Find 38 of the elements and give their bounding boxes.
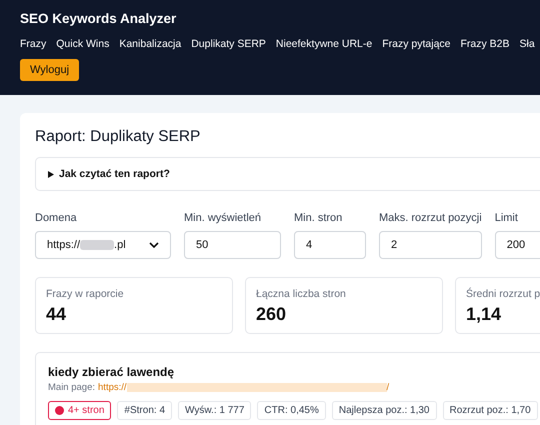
caret-icon (48, 170, 54, 178)
number-field[interactable]: 50 (184, 231, 281, 259)
stat-value: 44 (46, 304, 68, 325)
stat-value: 1,14 (466, 304, 502, 325)
stat-label: Łączna liczba stron (256, 288, 347, 300)
nav-link[interactable]: Frazy (20, 38, 46, 51)
metric-tag: Wyśw.: 1 777 (178, 401, 252, 420)
nav-link[interactable]: Nieefektywne URL-e (276, 38, 372, 51)
nav-link[interactable]: Duplikaty SERP (191, 38, 266, 51)
number-field[interactable]: 200 (494, 231, 540, 259)
nav-link[interactable]: Frazy B2B (460, 38, 510, 51)
report-title: Raport: Duplikaty SERP (35, 127, 202, 147)
field-label: Domena (35, 211, 78, 225)
field-label: Maks. rozrzut pozycji (379, 211, 482, 225)
chevron-icon (149, 242, 159, 248)
number-field[interactable]: 4 (294, 231, 366, 259)
nav-link[interactable]: Sła (520, 38, 535, 51)
nav-link[interactable]: Quick Wins (56, 38, 110, 51)
field-label: Min. stron (294, 211, 344, 225)
nav-link[interactable]: Kanibalizacja (119, 38, 182, 51)
help-disclosure[interactable]: Jak czytać ten raport? (35, 157, 540, 191)
keyword-title: kiedy zbierać lawendę (48, 365, 174, 379)
severity-tag: 4+ stron (48, 401, 112, 420)
stat-label: Frazy w raporcie (46, 288, 125, 300)
number-field[interactable]: 2 (379, 231, 482, 259)
stat-label: Średni rozrzut p (466, 288, 540, 300)
stat-value: 260 (256, 304, 288, 325)
field-label: Limit (494, 211, 519, 225)
main-page-label: Main page: (48, 382, 96, 393)
domain-select[interactable]: https:// .pl (35, 231, 171, 259)
metric-tag: Rozrzut poz.: 1,70 (442, 401, 538, 420)
nav-link[interactable]: Frazy pytające (382, 38, 450, 51)
logout-button[interactable]: Wyloguj (20, 59, 80, 81)
app-title: SEO Keywords Analyzer (20, 10, 176, 28)
metric-tag: CTR: 0,45% (257, 401, 326, 420)
metric-tag: #Stron: 4 (117, 401, 172, 420)
metric-tag: Najlepsza poz.: 1,30 (332, 401, 436, 420)
field-label: Min. wyświetleń (184, 211, 262, 225)
